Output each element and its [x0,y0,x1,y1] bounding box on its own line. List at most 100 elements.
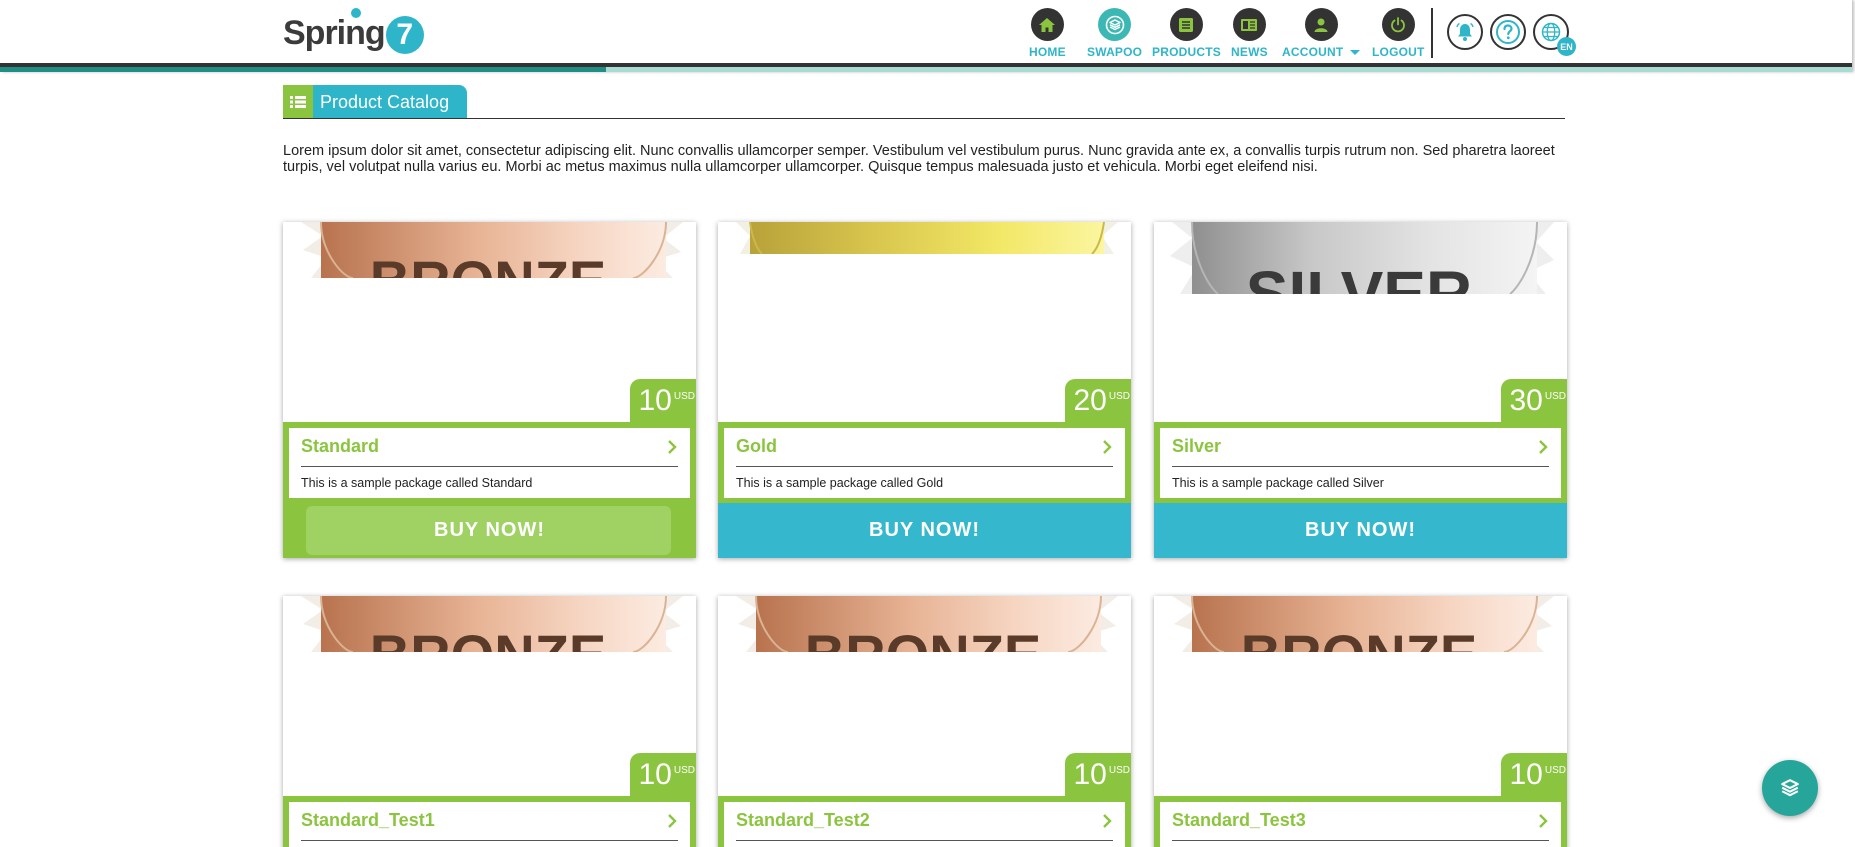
price-currency: USD [1544,391,1566,402]
chevron-right-icon [1539,813,1548,828]
help-button[interactable] [1490,14,1526,50]
silver-medal-image: SILVER [1170,222,1554,294]
product-body: Standard_Test3 [1154,796,1567,847]
product-info: Gold This is a sample package called Gol… [724,428,1125,498]
app: Spring 7 HOME SWAPOO PRODUCTS NEWS ACCOU… [0,0,1855,847]
product-name-link[interactable]: Standard [301,436,678,467]
buy-now-button[interactable]: BUY NOW! [1154,503,1567,558]
page-progress-fill [0,67,606,72]
nav-account[interactable]: ACCOUNT [1282,8,1361,63]
medal-text: BRONZE [370,623,606,652]
page-title-tab: Product Catalog [283,85,467,119]
buy-now-label: BUY NOW! [1305,519,1416,541]
language-badge: EN [1557,37,1576,56]
price-amount: 10 [638,383,672,417]
product-name-link[interactable]: Standard_Test3 [1172,810,1549,841]
price-tag: 10 USD [1500,753,1567,796]
product-info: Silver This is a sample package called S… [1160,428,1561,498]
chevron-right-icon [668,813,677,828]
nav-news[interactable]: NEWS [1231,8,1268,63]
bronze-medal-image: BRONZE [301,596,683,652]
nav-products[interactable]: PRODUCTS [1152,8,1221,63]
price-currency: USD [1108,391,1130,402]
product-name: Standard [301,436,380,456]
price-tag: 10 USD [629,753,696,796]
product-image: BRONZE 10 USD [283,596,696,796]
notifications-button[interactable] [1447,14,1483,50]
product-card: SILVER 30 USD Silver This is a sample pa… [1154,222,1567,558]
medal-text: BRONZE [370,249,606,278]
price-tag: 10 USD [1064,753,1131,796]
price-tag: 10 USD [629,379,696,422]
price-amount: 10 [1073,757,1107,791]
nav-home-label: HOME [1029,45,1066,59]
swapoo-icon [1098,8,1132,41]
product-body: Standard This is a sample package called… [283,422,696,503]
buy-now-label: BUY NOW! [434,519,545,541]
nav-products-label: PRODUCTS [1152,45,1221,59]
spring7-logo[interactable]: Spring 7 [283,8,424,58]
page-progress-bar [0,67,1852,72]
product-info: Standard This is a sample package called… [289,428,690,498]
price-currency: USD [673,765,695,776]
swapoo-icon [1781,779,1799,797]
product-name-link[interactable]: Standard_Test1 [301,810,678,841]
product-body: Gold This is a sample package called Gol… [718,422,1131,503]
swapoo-fab-button[interactable] [1762,760,1818,816]
help-icon [1496,20,1520,44]
price-currency: USD [673,391,695,402]
product-card: BRONZE 10 USD Standard_Test3 [1154,596,1567,847]
product-name-link[interactable]: Gold [736,436,1113,467]
product-name-link[interactable]: Standard_Test2 [736,810,1113,841]
header: Spring 7 HOME SWAPOO PRODUCTS NEWS ACCOU… [0,0,1852,72]
product-name: Standard_Test1 [301,810,435,830]
title-underline [283,118,1565,119]
product-name: Silver [1172,436,1222,456]
product-body: Standard_Test2 [718,796,1131,847]
language-button[interactable]: EN [1533,14,1576,56]
product-image: BRONZE 10 USD [1154,596,1567,796]
product-name: Standard_Test3 [1172,810,1306,830]
product-image: BRONZE 10 USD [283,222,696,422]
price-currency: USD [1108,765,1130,776]
buy-now-button[interactable]: BUY NOW! [283,503,696,558]
medal-text: BRONZE [1241,623,1477,652]
product-image: SILVER 30 USD [1154,222,1567,422]
chevron-right-icon [1539,439,1548,454]
chevron-right-icon [1103,813,1112,828]
price-tag: 20 USD [1064,379,1131,422]
product-card: BRONZE 10 USD Standard This is a sample … [283,222,696,558]
nav-swapoo[interactable]: SWAPOO [1087,8,1142,63]
product-card: 20 USD Gold This is a sample package cal… [718,222,1131,558]
nav-home[interactable]: HOME [1029,8,1066,63]
nav-logout-label: LOGOUT [1372,45,1425,59]
bell-icon [1456,22,1474,41]
nav-account-label: ACCOUNT [1282,45,1361,59]
product-name: Standard_Test2 [736,810,870,830]
logo-dot [351,8,361,18]
price-amount: 20 [1073,383,1107,417]
product-info: Standard_Test2 [724,802,1125,847]
product-description: This is a sample package called Gold [736,476,944,490]
product-name-link[interactable]: Silver [1172,436,1549,467]
buy-now-label: BUY NOW! [869,519,980,541]
logo-mark: 7 [385,16,424,54]
nav-swapoo-label: SWAPOO [1087,45,1143,59]
nav-logout[interactable]: LOGOUT [1372,8,1425,63]
product-card: BRONZE 10 USD Standard_Test2 [718,596,1131,847]
product-info: Standard_Test3 [1160,802,1561,847]
chevron-right-icon [668,439,677,454]
news-icon [1232,8,1266,41]
buy-now-button[interactable]: BUY NOW! [718,503,1131,558]
nav-news-label: NEWS [1231,45,1268,59]
nav-account-text: ACCOUNT [1282,45,1344,59]
list-icon [283,85,313,119]
logo-wordmark: Spring [283,13,386,52]
product-card: BRONZE 10 USD Standard_Test1 [283,596,696,847]
header-divider [1431,8,1433,58]
bronze-medal-image: BRONZE [736,596,1118,652]
price-amount: 30 [1509,383,1543,417]
home-icon [1030,8,1064,41]
chevron-right-icon [1103,439,1112,454]
price-currency: USD [1544,765,1566,776]
